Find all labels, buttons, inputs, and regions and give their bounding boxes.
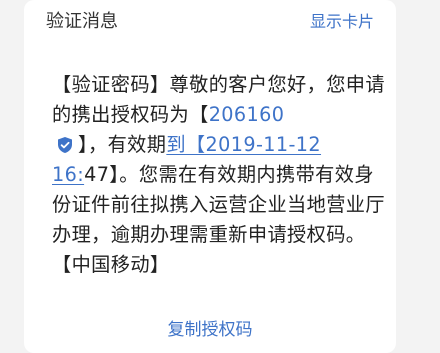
show-card-link[interactable]: 显示卡片 <box>310 11 374 33</box>
message-body: 【验证密码】尊敬的客户您好，您申请的携出授权码为【206160 】，有效期到【20… <box>52 70 392 280</box>
expiry-date-part2: 16: <box>52 163 85 186</box>
auth-code: 206160 <box>208 103 285 126</box>
message-card: 验证消息 显示卡片 【验证密码】尊敬的客户您好，您申请的携出授权码为【20616… <box>24 0 396 353</box>
card-title: 验证消息 <box>46 11 118 32</box>
card-header: 验证消息 显示卡片 <box>24 0 396 44</box>
shield-check-icon <box>56 133 74 153</box>
message-remainder: 47】。您需在有效期内携带有效身份证件前往拟携入运营企业当地营业厅办理，逾期办理… <box>52 163 385 276</box>
message-after-code: 】，有效期 <box>78 133 167 156</box>
expiry-date-part1: 到【2019-11-12 <box>166 133 322 156</box>
copy-auth-code-button[interactable]: 复制授权码 <box>24 318 396 342</box>
